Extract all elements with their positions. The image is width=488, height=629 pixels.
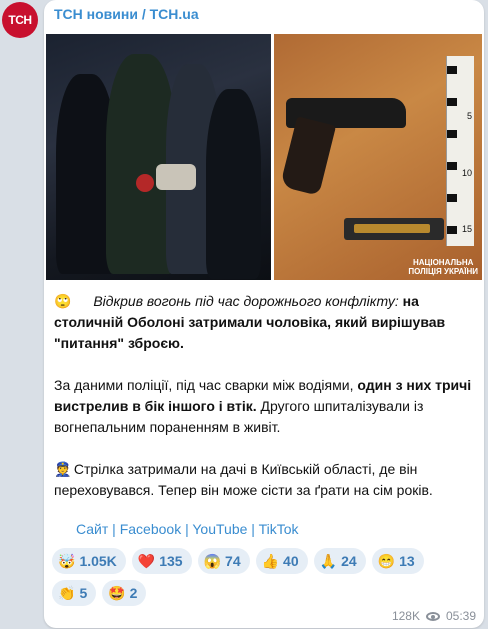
paragraph-1: 🙄 Відкрив вогонь під час дорожнього конф…	[54, 293, 446, 351]
reaction-scream[interactable]: 😱 74	[197, 548, 250, 574]
reaction-grin[interactable]: 😁 13	[371, 548, 424, 574]
eye-roll-emoji: 🙄	[54, 293, 72, 309]
thumbs-up-icon: 👍	[261, 552, 280, 569]
reaction-exploding-head[interactable]: 🤯 1.05K	[52, 548, 126, 574]
reactions-bar: 🤯 1.05K ❤️ 135 😱 74 👍 40 🙏 24 😁 13 👏 5 🤩 2	[52, 548, 472, 606]
reaction-star-struck[interactable]: 🤩 2	[102, 580, 147, 606]
channel-avatar[interactable]: ТСН	[2, 2, 38, 38]
paragraph-3: 👮 Стрілка затримали на дачі в Київській …	[54, 461, 433, 498]
link-facebook[interactable]: Facebook	[120, 521, 181, 537]
source-links: Сайт | Facebook | YouTube | TikTok	[76, 521, 299, 537]
police-officer-emoji: 👮	[54, 461, 72, 477]
scream-icon: 😱	[203, 552, 222, 569]
link-site[interactable]: Сайт	[76, 521, 108, 537]
reaction-heart[interactable]: ❤️ 135	[131, 548, 192, 574]
magazine-shape	[344, 218, 444, 240]
police-watermark: НАЦІОНАЛЬНА ПОЛІЦІЯ УКРАЇНИ	[408, 258, 478, 276]
eye-icon	[425, 611, 440, 621]
pray-icon: 🙏	[319, 552, 338, 569]
heart-icon: ❤️	[137, 552, 156, 569]
timestamp: 05:39	[445, 609, 476, 623]
link-youtube[interactable]: YouTube	[192, 521, 247, 537]
photo-police-detention[interactable]	[46, 34, 271, 280]
message-bubble: ТСН новини / TCH.ua 5 10 15 НАЦІОНАЛЬНА …	[44, 0, 484, 628]
link-tiktok[interactable]: TikTok	[259, 521, 299, 537]
reaction-thumbs-up[interactable]: 👍 40	[255, 548, 308, 574]
pistol-grip-shape	[279, 116, 337, 196]
photo-pistol-evidence[interactable]: 5 10 15 НАЦІОНАЛЬНА ПОЛІЦІЯ УКРАЇНИ	[274, 34, 482, 280]
paragraph-2: За даними поліції, під час сварки між во…	[54, 377, 472, 435]
post-text: 🙄 Відкрив вогонь під час дорожнього конф…	[54, 291, 476, 522]
evidence-ruler: 5 10 15	[446, 56, 474, 246]
channel-name[interactable]: ТСН новини / TCH.ua	[54, 6, 199, 22]
message-meta: 128K 05:39	[392, 609, 476, 623]
exploding-head-icon: 🤯	[58, 552, 76, 569]
photo-album: 5 10 15 НАЦІОНАЛЬНА ПОЛІЦІЯ УКРАЇНИ	[46, 34, 482, 280]
clap-icon: 👏	[58, 584, 76, 601]
star-struck-icon: 🤩	[108, 584, 126, 601]
reaction-pray[interactable]: 🙏 24	[313, 548, 366, 574]
reaction-clap[interactable]: 👏 5	[52, 580, 97, 606]
grin-icon: 😁	[377, 552, 396, 569]
view-count: 128K	[391, 609, 420, 623]
